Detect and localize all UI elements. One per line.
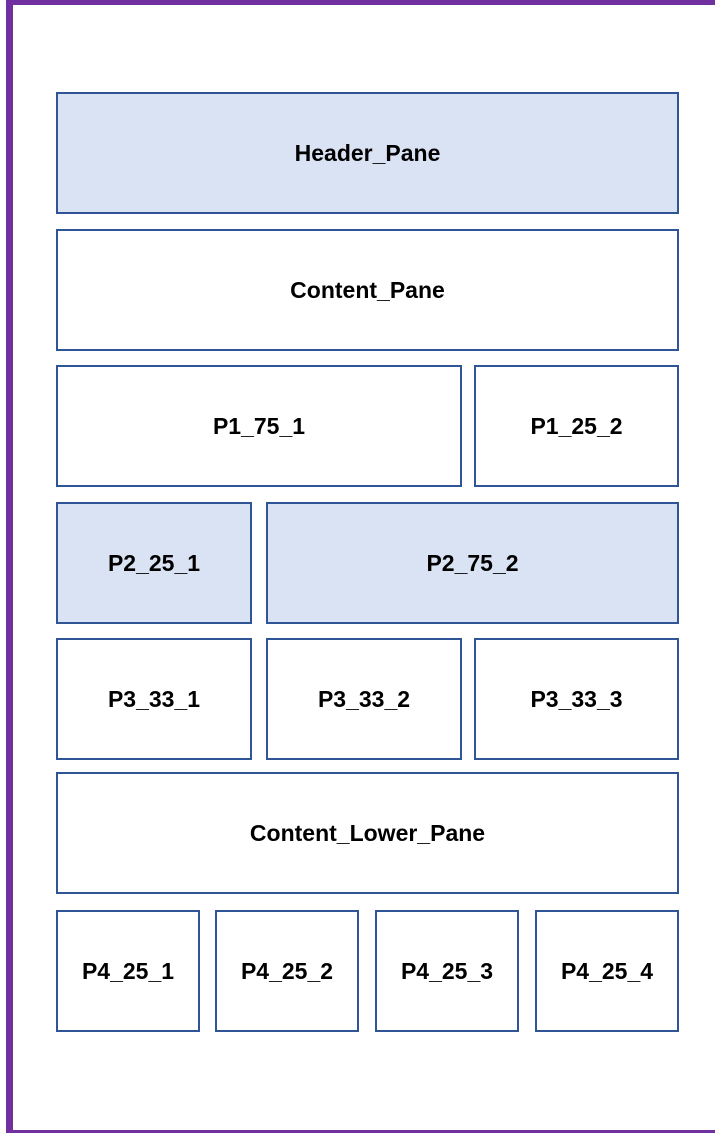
p4-25-2-pane: P4_25_2 (215, 910, 359, 1032)
content-pane: Content_Pane (56, 229, 679, 351)
content-lower-pane: Content_Lower_Pane (56, 772, 679, 894)
p1-25-2-pane: P1_25_2 (474, 365, 679, 487)
p2-25-1-pane: P2_25_1 (56, 502, 252, 624)
p3-33-3-pane: P3_33_3 (474, 638, 679, 760)
p2-75-2-pane: P2_75_2 (266, 502, 679, 624)
p3-33-2-pane: P3_33_2 (266, 638, 462, 760)
header-pane: Header_Pane (56, 92, 679, 214)
p4-25-3-pane: P4_25_3 (375, 910, 519, 1032)
p4-25-1-pane: P4_25_1 (56, 910, 200, 1032)
p4-25-4-pane: P4_25_4 (535, 910, 679, 1032)
p1-75-1-pane: P1_75_1 (56, 365, 462, 487)
p3-33-1-pane: P3_33_1 (56, 638, 252, 760)
